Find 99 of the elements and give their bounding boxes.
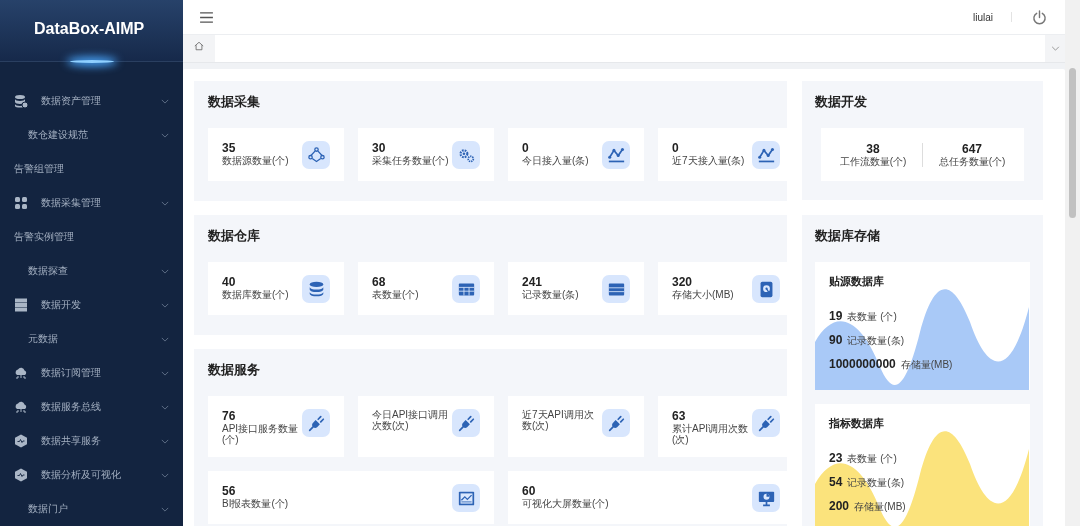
database-icon <box>14 94 28 108</box>
chevron-icon <box>161 200 169 206</box>
plug-icon <box>757 414 775 432</box>
stat-label: 记录数量(条) <box>522 289 580 300</box>
sidebar-item[interactable]: 数据门户 <box>0 492 183 526</box>
gears-icon <box>457 146 475 164</box>
database-icon <box>307 280 325 298</box>
sidebar-item[interactable]: 数据采集管理 <box>0 186 183 220</box>
cloud-icon <box>14 366 28 380</box>
stat-value: 90 <box>829 333 843 347</box>
app-logo: DataBox-AIMP <box>34 19 145 38</box>
stat-label: 近7天API调用次数(次) <box>522 409 595 431</box>
database-name: 指标数据库 <box>829 416 885 431</box>
chevron-icon <box>161 438 169 444</box>
stat-label: 表数量(个) <box>372 289 420 300</box>
chevron-icon <box>161 506 169 512</box>
stat-value: 241 <box>522 275 544 289</box>
username[interactable]: liulai <box>973 11 993 23</box>
chevron-icon <box>161 268 169 274</box>
server-icon <box>14 298 28 312</box>
section-title: 数据开发 <box>815 94 868 111</box>
stat-label: 数据源数量(个) <box>222 155 290 166</box>
sidebar-item[interactable]: 告警实例管理 <box>0 220 183 254</box>
stat-label: 存储大小(MB) <box>672 289 735 300</box>
stat-label: 表数量 (个) <box>847 452 897 466</box>
stat-value: 35 <box>222 141 237 155</box>
sidebar-item[interactable]: 数仓建设规范 <box>0 118 183 152</box>
stat-label: 采集任务数量(个) <box>372 155 450 166</box>
sidebar-item[interactable]: 数据资产管理 <box>0 84 183 118</box>
stat-label: 今日API接口调用次数(次) <box>372 409 450 431</box>
database-name: 贴源数据库 <box>829 274 885 289</box>
stat-label: 总任务数量(个) <box>937 156 1007 167</box>
stat-label: 记录数量(条) <box>847 334 905 348</box>
stat-value: 1000000000 <box>829 357 896 371</box>
stat-label: 记录数量(条) <box>847 476 905 490</box>
sidebar-item[interactable]: 数据服务总线 <box>0 390 183 424</box>
stat-value: 54 <box>829 475 843 489</box>
chevron-icon <box>161 370 169 376</box>
sidebar-item[interactable]: 数据共享服务 <box>0 424 183 458</box>
stat-value: 63 <box>672 409 687 423</box>
stat-value: 40 <box>222 275 237 289</box>
stat-value: 30 <box>372 141 387 155</box>
hexagon-icon <box>14 468 28 482</box>
stat-value: 320 <box>672 275 694 289</box>
stat-value: 23 <box>829 451 843 465</box>
stat-label: 工作流数量(个) <box>838 156 908 167</box>
report-icon <box>457 489 475 507</box>
plug-icon <box>607 414 625 432</box>
sidebar-item[interactable]: 数据探查 <box>0 254 183 288</box>
chevron-icon <box>161 302 169 308</box>
plug-icon <box>457 414 475 432</box>
stat-value: 68 <box>372 275 387 289</box>
stat-value: 647 <box>961 142 983 156</box>
sidebar-item[interactable]: 数据开发 <box>0 288 183 322</box>
stat-label: API接口服务数量(个) <box>222 423 300 445</box>
line-chart-icon <box>757 146 775 164</box>
power-icon[interactable] <box>1032 9 1047 25</box>
section-title: 数据采集 <box>208 94 261 111</box>
grid-icon <box>14 196 28 210</box>
stat-value: 0 <box>522 141 530 155</box>
stat-label: BI报表数量(个) <box>222 498 290 509</box>
sidebar-item[interactable]: 元数据 <box>0 322 183 356</box>
stat-label: 今日接入量(条) <box>522 155 590 166</box>
chevron-icon <box>1050 46 1060 51</box>
line-chart-icon <box>607 146 625 164</box>
hexagon-icon <box>14 434 28 448</box>
stat-label: 数据库数量(个) <box>222 289 290 300</box>
stat-label: 近7天接入量(条) <box>672 155 746 166</box>
stat-value: 60 <box>522 484 537 498</box>
chevron-icon <box>161 472 169 478</box>
monitor-icon <box>757 489 775 507</box>
stat-value: 76 <box>222 409 237 423</box>
chevron-icon <box>161 98 169 104</box>
tab-dropdown[interactable] <box>1045 35 1065 62</box>
chevron-icon <box>161 336 169 342</box>
stat-label: 可视化大屏数量(个) <box>522 498 610 509</box>
stat-value: 38 <box>865 142 881 156</box>
stat-value: 56 <box>222 484 237 498</box>
section-title: 数据仓库 <box>208 228 261 245</box>
stat-value: 19 <box>829 309 843 323</box>
glow-line <box>70 60 114 63</box>
stat-label: 存储量(MB) <box>900 358 953 372</box>
home-tab[interactable] <box>183 35 215 62</box>
plug-icon <box>307 414 325 432</box>
stat-value: 200 <box>829 499 850 513</box>
stat-label: 累计API调用次数(次) <box>672 423 750 445</box>
sidebar-item[interactable]: 数据分析及可视化 <box>0 458 183 492</box>
cloud-icon <box>14 400 28 414</box>
sidebar-item[interactable]: 数据订阅管理 <box>0 356 183 390</box>
chevron-icon <box>161 404 169 410</box>
section-title: 数据服务 <box>208 362 261 379</box>
chevron-icon <box>161 132 169 138</box>
menu-icon[interactable] <box>200 11 213 23</box>
section-title: 数据库存储 <box>815 228 881 245</box>
stat-label: 表数量 (个) <box>847 310 897 324</box>
network-icon <box>307 146 325 164</box>
stat-value: 0 <box>672 141 680 155</box>
home-icon <box>194 41 204 51</box>
sidebar-item[interactable]: 告警组管理 <box>0 152 183 186</box>
